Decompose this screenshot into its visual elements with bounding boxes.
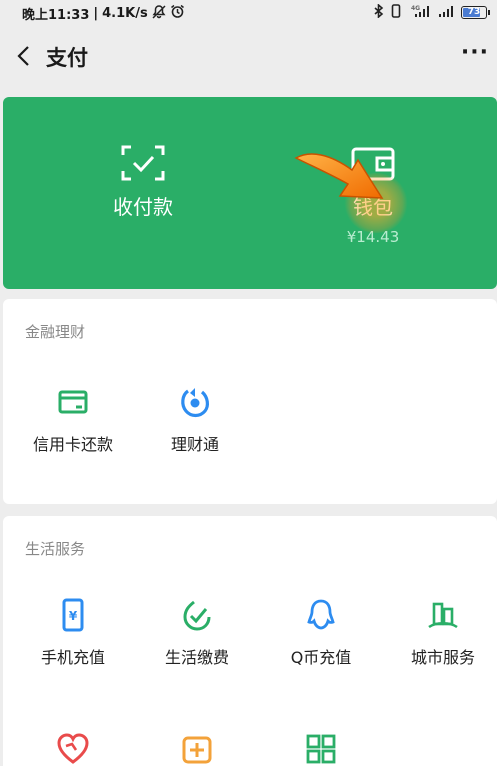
city-service-icon bbox=[428, 602, 458, 629]
collect-pay-button[interactable]: 收付款 bbox=[53, 143, 233, 220]
scan-code-icon bbox=[121, 145, 165, 181]
credit-card-repay-button[interactable]: 信用卡还款 bbox=[11, 385, 135, 455]
life-services-section: 生活服务 ¥ 手机充值 生活缴费 Q币充值 城市服务 bbox=[3, 516, 497, 766]
mute-icon bbox=[152, 4, 166, 23]
status-bar: 晚上11:33 | 4.1K/s 4G 73 bbox=[0, 0, 497, 26]
finance-section-title: 金融理财 bbox=[25, 323, 86, 341]
credit-card-repay-label: 信用卡还款 bbox=[32, 435, 113, 454]
phone-recharge-button[interactable]: ¥ 手机充值 bbox=[11, 598, 135, 668]
medical-plus-icon bbox=[182, 736, 212, 764]
city-service-label: 城市服务 bbox=[410, 648, 475, 667]
finance-section: 金融理财 信用卡还款 理财通 bbox=[3, 299, 497, 504]
wallet-balance: ¥14.43 bbox=[346, 228, 400, 246]
signal-4g-icon: 4G bbox=[407, 4, 431, 21]
back-icon[interactable] bbox=[8, 40, 40, 72]
vibrate-icon bbox=[391, 4, 401, 21]
charity-button[interactable] bbox=[11, 732, 135, 766]
collect-pay-label: 收付款 bbox=[113, 195, 173, 219]
licaitong-icon bbox=[181, 388, 209, 418]
more-icon[interactable]: ··· bbox=[461, 40, 489, 65]
medical-service-button[interactable] bbox=[135, 732, 259, 766]
nav-bar: 支付 ··· bbox=[0, 26, 497, 86]
wallet-icon bbox=[351, 147, 395, 181]
heart-charity-icon bbox=[57, 733, 89, 764]
alarm-icon bbox=[170, 4, 185, 23]
status-right: 4G 73 bbox=[373, 3, 490, 21]
status-time: 晚上11:33 bbox=[22, 8, 90, 23]
grid-apps-icon bbox=[306, 734, 336, 764]
credit-card-icon bbox=[58, 390, 88, 414]
battery-icon: 73 bbox=[461, 6, 490, 19]
page-title: 支付 bbox=[46, 46, 88, 70]
life-section-title: 生活服务 bbox=[25, 540, 86, 558]
svg-text:¥: ¥ bbox=[69, 609, 78, 623]
bluetooth-icon bbox=[373, 3, 385, 21]
wallet-label: 钱包 bbox=[353, 195, 393, 219]
phone-recharge-icon: ¥ bbox=[62, 598, 84, 632]
status-left: 晚上11:33 | 4.1K/s bbox=[22, 4, 185, 23]
phone-recharge-label: 手机充值 bbox=[40, 648, 105, 667]
utility-payment-label: 生活缴费 bbox=[164, 648, 229, 667]
qq-coin-recharge-button[interactable]: Q币充值 bbox=[259, 598, 383, 668]
qq-coin-label: Q币充值 bbox=[290, 648, 352, 667]
pay-card: 收付款 钱包 ¥14.43 bbox=[3, 97, 497, 289]
city-service-button[interactable]: 城市服务 bbox=[381, 598, 497, 668]
qq-coin-icon bbox=[307, 599, 335, 630]
wallet-button[interactable]: 钱包 ¥14.43 bbox=[283, 143, 463, 246]
mini-program-button[interactable] bbox=[259, 732, 383, 766]
status-speed: 4.1K/s bbox=[102, 6, 148, 21]
status-divider: | bbox=[93, 6, 99, 21]
utility-payment-button[interactable]: 生活缴费 bbox=[135, 598, 259, 668]
utility-payment-icon bbox=[183, 600, 211, 631]
signal-icon bbox=[437, 4, 455, 21]
licaitong-label: 理财通 bbox=[170, 435, 219, 454]
network-type-text: 4G bbox=[411, 5, 420, 12]
licaitong-button[interactable]: 理财通 bbox=[133, 385, 257, 455]
battery-level: 73 bbox=[467, 7, 481, 17]
